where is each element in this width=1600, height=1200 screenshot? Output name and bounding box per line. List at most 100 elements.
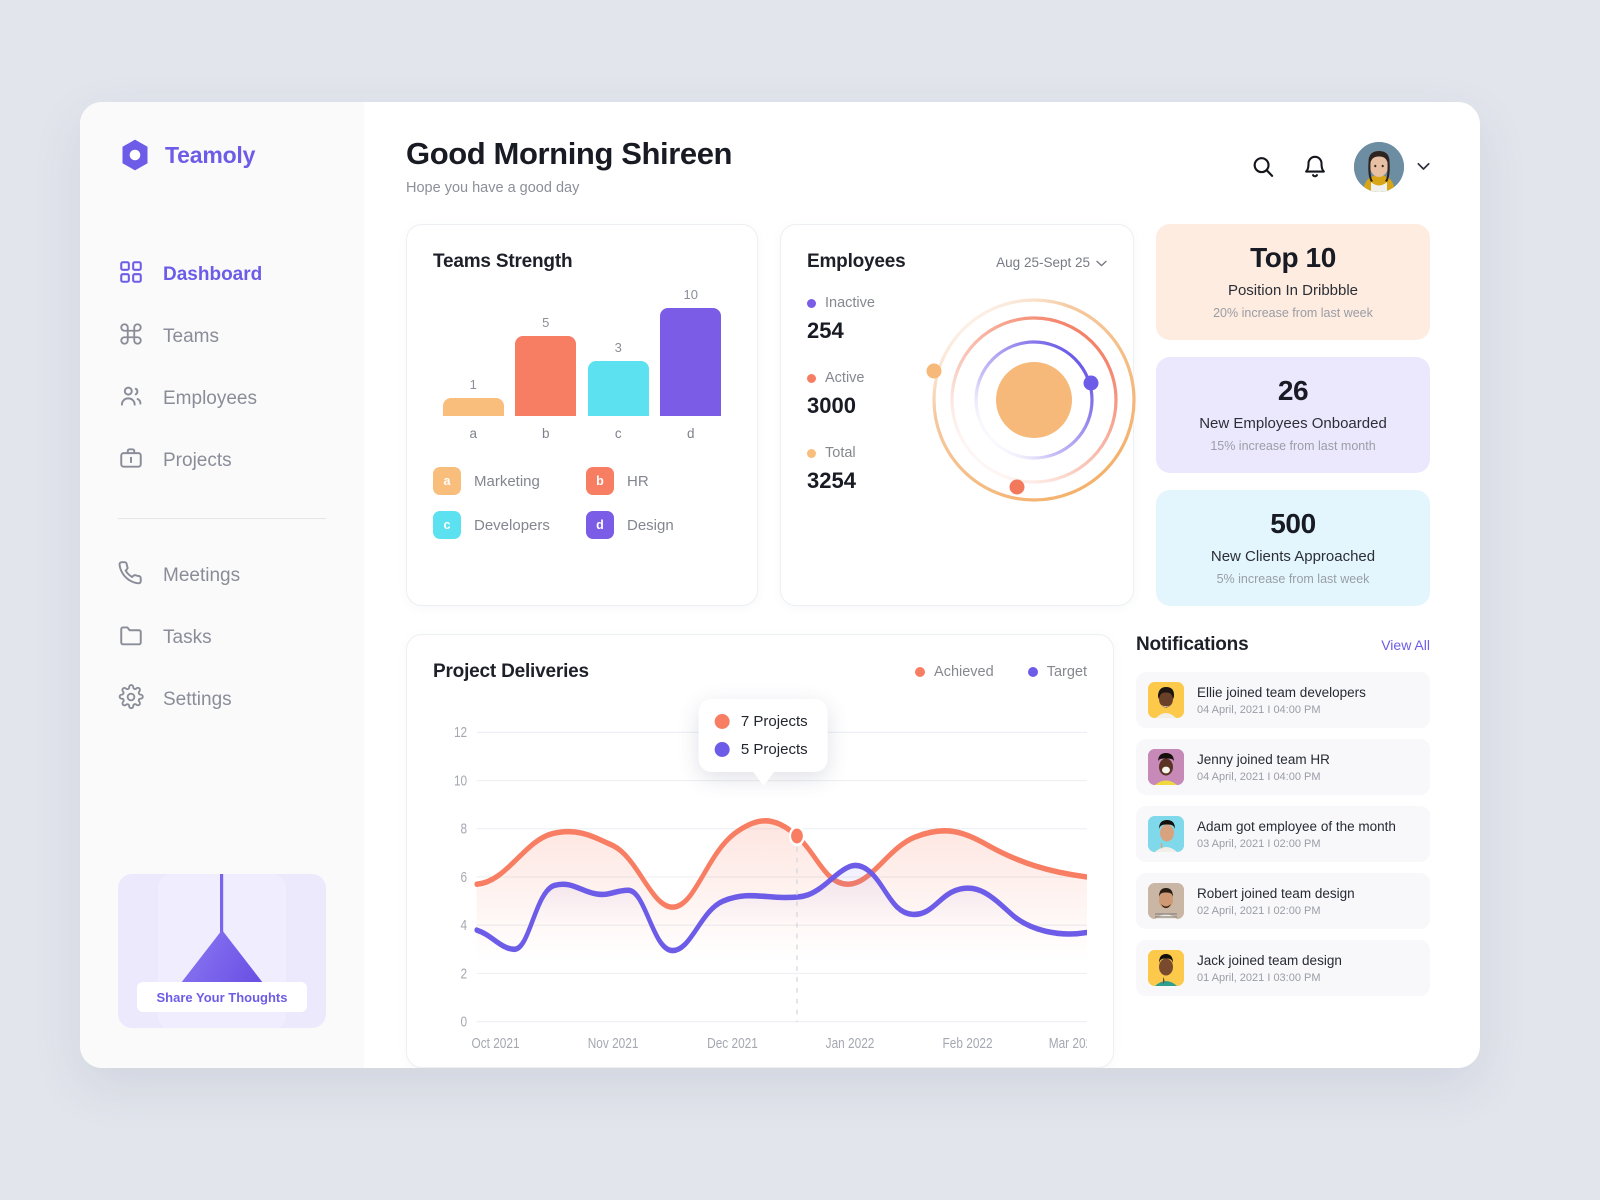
- stat-label: Inactive: [825, 295, 875, 311]
- notification-text: Jack joined team design 01 April, 2021 I…: [1197, 953, 1342, 984]
- kpi-label: New Employees Onboarded: [1199, 415, 1387, 432]
- bar-b[interactable]: [515, 336, 577, 416]
- bar-column: 1 a: [437, 377, 510, 441]
- legend-item-marketing: a Marketing: [433, 467, 578, 495]
- folder-icon: [118, 622, 144, 654]
- x-tick: Nov 2021: [588, 1035, 639, 1052]
- notification-item[interactable]: Jenny joined team HR 04 April, 2021 I 04…: [1136, 739, 1430, 795]
- sidebar-item-settings[interactable]: Settings: [118, 669, 364, 731]
- kpi-label: Position In Dribbble: [1227, 282, 1359, 299]
- hexagon-logo-icon: [118, 138, 152, 172]
- notifications-header: Notifications View All: [1136, 634, 1430, 656]
- bottom-row: Project Deliveries Achieved Target 12 10…: [406, 634, 1430, 1068]
- bar-label: c: [614, 426, 622, 441]
- x-tick: Feb 2022: [943, 1035, 993, 1052]
- legend-key: a: [433, 467, 461, 495]
- brand-logo[interactable]: Teamoly: [80, 138, 364, 172]
- sidebar-item-label: Dashboard: [163, 264, 263, 285]
- sidebar-item-label: Meetings: [163, 565, 241, 586]
- project-deliveries-legend: Achieved Target: [915, 664, 1087, 680]
- tooltip-dot: [714, 742, 730, 757]
- bar-label: a: [469, 426, 477, 441]
- sidebar-item-teams[interactable]: Teams: [118, 306, 364, 368]
- y-tick: 6: [461, 868, 468, 885]
- notification-item[interactable]: Adam got employee of the month 03 April,…: [1136, 806, 1430, 862]
- share-thoughts-button[interactable]: Share Your Thoughts: [137, 982, 307, 1012]
- kpi-card-new-employees: 26 New Employees Onboarded 15% increase …: [1156, 357, 1430, 473]
- gear-icon: [118, 684, 144, 716]
- sidebar-item-employees[interactable]: Employees: [118, 368, 364, 430]
- kpi-cards-column: Top 10 Position In Dribbble 20% increase…: [1156, 224, 1430, 606]
- legend-key: d: [586, 511, 614, 539]
- briefcase-icon: [118, 445, 144, 477]
- view-all-button[interactable]: View All: [1381, 637, 1430, 653]
- notification-message: Robert joined team design: [1197, 885, 1355, 901]
- kpi-card-new-clients: 500 New Clients Approached 5% increase f…: [1156, 490, 1430, 606]
- page-title: Good Morning Shireen: [406, 136, 733, 171]
- bar-value: 3: [614, 340, 622, 355]
- sidebar-primary-nav: Dashboard Teams Employees Projects: [80, 244, 364, 492]
- header-actions: [1250, 136, 1430, 192]
- bar-value: 5: [542, 315, 550, 330]
- orbit-dot-inactive: [1083, 375, 1099, 391]
- promo-card: Share Your Thoughts: [118, 874, 326, 1028]
- y-tick: 12: [454, 724, 467, 741]
- bar-a[interactable]: [442, 398, 504, 416]
- stat-value: 3000: [807, 393, 856, 418]
- status-dot: [807, 298, 816, 308]
- sidebar-item-projects[interactable]: Projects: [118, 430, 364, 492]
- avatar: [1148, 749, 1184, 785]
- bar-column: 5 b: [510, 315, 583, 441]
- orbit-dot-active: [1009, 479, 1025, 495]
- legend-item-target[interactable]: Target: [1027, 664, 1087, 680]
- notification-time: 04 April, 2021 I 04:00 PM: [1197, 703, 1321, 716]
- employees-stats: Inactive 254 Active 3000 Total 3254: [807, 295, 927, 494]
- sidebar-item-label: Tasks: [163, 627, 212, 648]
- avatar: [1354, 142, 1404, 192]
- sidebar-item-label: Settings: [163, 689, 232, 710]
- legend-key: b: [586, 467, 614, 495]
- kpi-delta: 20% increase from last week: [1213, 306, 1373, 320]
- tooltip-row-target: 5 Projects: [714, 741, 808, 758]
- legend-item-developers: c Developers: [433, 511, 578, 539]
- stat-label: Active: [825, 370, 865, 386]
- user-menu[interactable]: [1354, 142, 1430, 192]
- employees-stat-active: Active 3000: [807, 370, 927, 419]
- y-axis-ticks: 12 10 8 6 4 2 0: [454, 724, 468, 1030]
- stat-label: Total: [825, 445, 856, 461]
- chart-tooltip: 7 Projects 5 Projects: [698, 699, 828, 786]
- tooltip-label: 5 Projects: [740, 741, 808, 758]
- x-tick: Jan 2022: [826, 1035, 875, 1052]
- bell-icon[interactable]: [1302, 154, 1328, 180]
- avatar: [1148, 682, 1184, 718]
- legend-item-design: d Design: [586, 511, 731, 539]
- employees-date-range-label: Aug 25-Sept 25: [996, 254, 1090, 270]
- y-tick: 0: [461, 1013, 468, 1030]
- notification-item[interactable]: Robert joined team design 02 April, 2021…: [1136, 873, 1430, 929]
- orbit-dot-total: [926, 363, 942, 379]
- bar-c[interactable]: [587, 361, 649, 416]
- teams-strength-legend: a Marketing b HR c Developers d Design: [433, 467, 731, 539]
- search-icon[interactable]: [1250, 154, 1276, 180]
- teams-strength-title: Teams Strength: [433, 251, 573, 272]
- users-icon: [118, 383, 144, 415]
- sidebar-item-dashboard[interactable]: Dashboard: [118, 244, 364, 306]
- sidebar-item-meetings[interactable]: Meetings: [118, 545, 364, 607]
- chevron-down-icon: [1417, 158, 1430, 176]
- status-dot: [807, 373, 816, 383]
- y-tick: 4: [461, 917, 468, 934]
- kpi-label: New Clients Approached: [1210, 548, 1376, 565]
- tooltip-dot: [714, 714, 730, 729]
- legend-item-achieved[interactable]: Achieved: [915, 664, 994, 680]
- notification-item[interactable]: Ellie joined team developers 04 April, 2…: [1136, 672, 1430, 728]
- bar-d[interactable]: [660, 308, 722, 416]
- x-tick: Dec 2021: [707, 1035, 758, 1052]
- notification-time: 02 April, 2021 I 02:00 PM: [1197, 904, 1321, 917]
- legend-label: HR: [627, 472, 649, 490]
- notification-item[interactable]: Jack joined team design 01 April, 2021 I…: [1136, 940, 1430, 996]
- greeting-block: Good Morning Shireen Hope you have a goo…: [406, 136, 733, 196]
- dashboard-app: Teamoly Dashboard Teams Employees Projec…: [80, 102, 1480, 1068]
- sidebar-item-tasks[interactable]: Tasks: [118, 607, 364, 669]
- bar-label: b: [541, 426, 550, 441]
- employees-date-range-dropdown[interactable]: Aug 25-Sept 25: [996, 255, 1107, 270]
